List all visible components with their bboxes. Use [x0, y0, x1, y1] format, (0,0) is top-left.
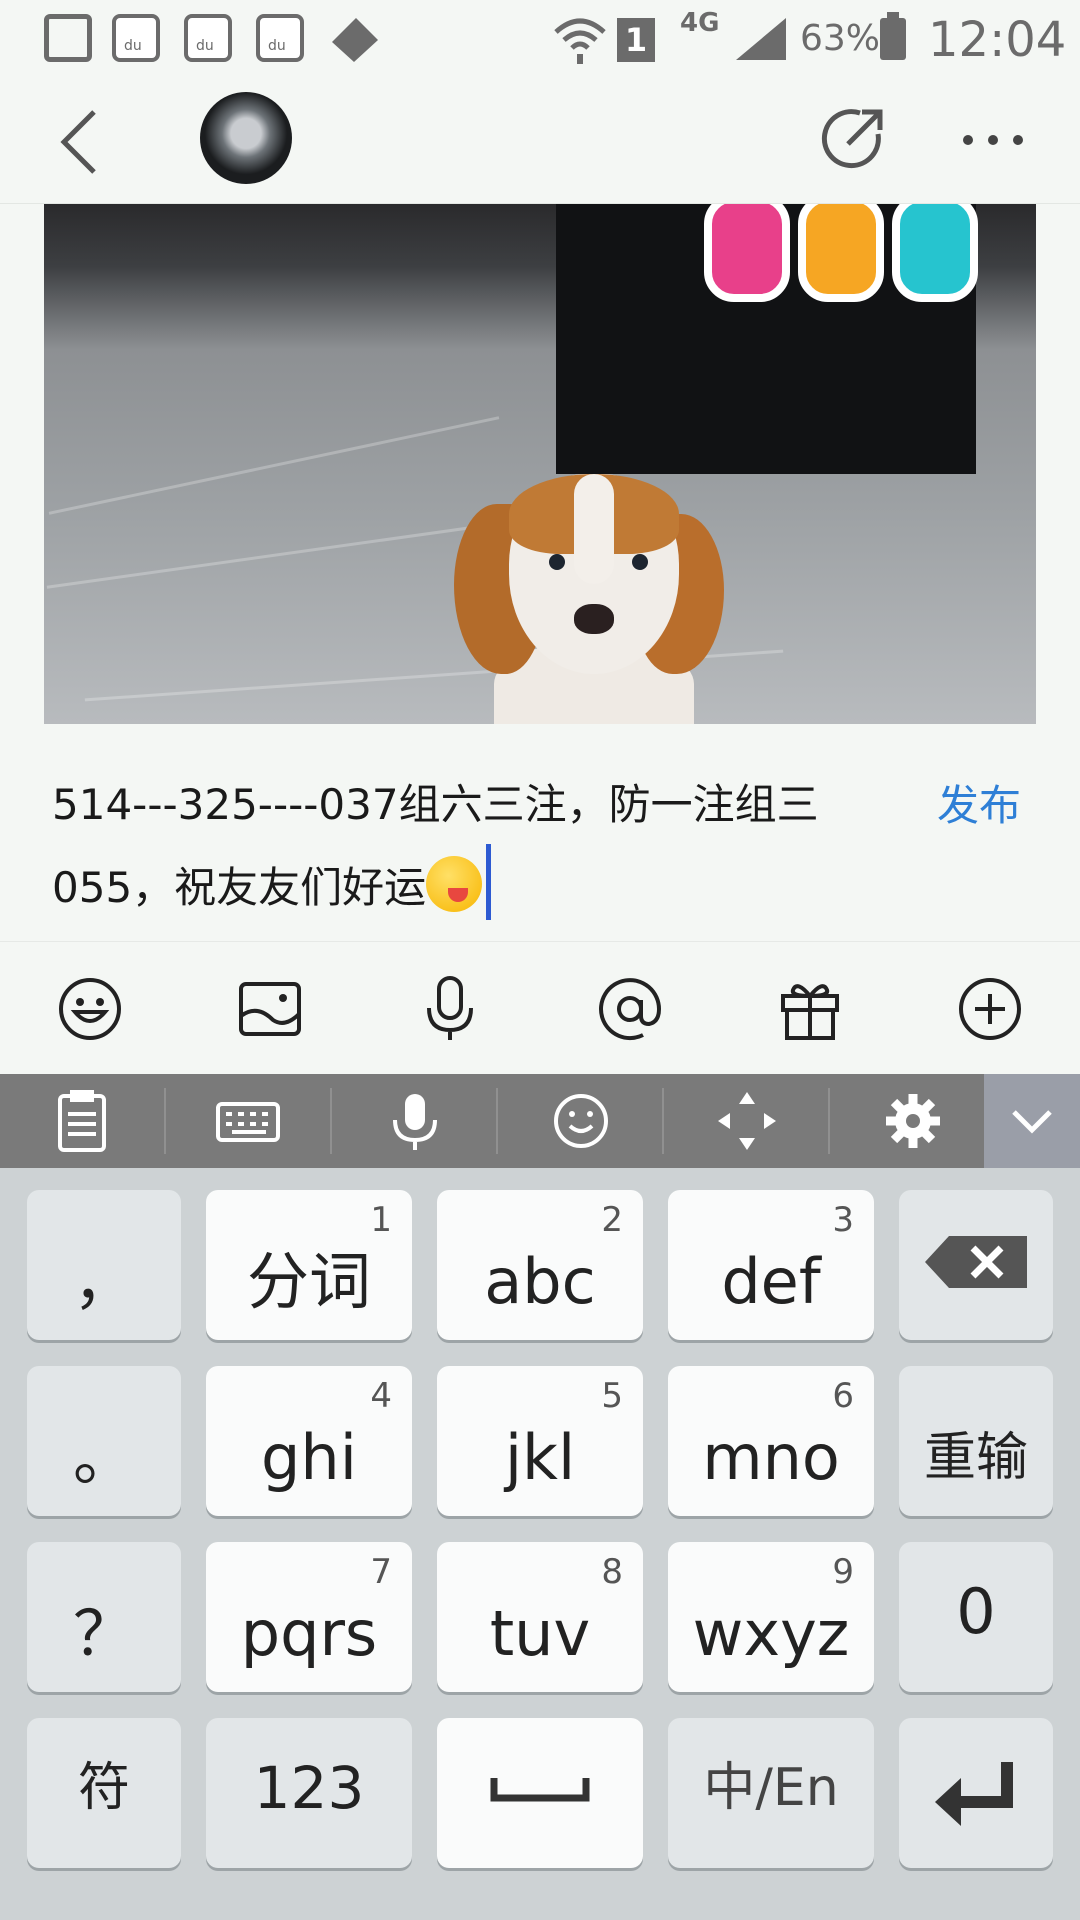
numbers-key[interactable]: 123 — [206, 1718, 412, 1868]
key-2[interactable]: 2 abc — [437, 1190, 643, 1340]
symbols-key[interactable]: 符 — [27, 1718, 181, 1868]
key-7[interactable]: 7 pqrs — [206, 1542, 412, 1692]
status-bar: du du du 1 4G 63% 12:04 — [0, 0, 1080, 78]
share-button[interactable] — [820, 104, 890, 174]
more-button[interactable] — [958, 104, 1028, 174]
key-8[interactable]: 8 tuv — [437, 1542, 643, 1692]
add-icon[interactable] — [957, 976, 1023, 1042]
attached-photo[interactable] — [44, 204, 1036, 724]
sim-icon: 1 — [617, 18, 655, 62]
enter-key[interactable] — [899, 1718, 1053, 1868]
avatar[interactable] — [200, 92, 292, 184]
settings-icon[interactable] — [830, 1074, 996, 1168]
baidu-paw-icon: du — [112, 14, 160, 62]
image-icon[interactable] — [237, 976, 303, 1042]
keyboard-icon[interactable] — [166, 1074, 332, 1168]
key-4[interactable]: 4 ghi — [206, 1366, 412, 1516]
battery-percent: 63% — [800, 18, 881, 59]
microphone-icon[interactable] — [332, 1074, 498, 1168]
compose-toolbar — [0, 942, 1080, 1074]
enter-icon — [935, 1762, 1013, 1826]
key-comma[interactable]: ， — [27, 1190, 181, 1340]
keyboard-toolbar — [0, 1074, 1080, 1168]
sticker-image — [704, 204, 994, 314]
key-period[interactable]: 。 — [27, 1366, 181, 1516]
emoji-icon[interactable] — [498, 1074, 664, 1168]
backspace-key[interactable] — [899, 1190, 1053, 1340]
publish-button[interactable]: 发布 — [937, 772, 1021, 833]
header — [0, 78, 1080, 204]
dog-photo-subject — [454, 474, 734, 724]
backspace-icon — [925, 1236, 1027, 1288]
wifi-icon — [554, 18, 606, 64]
key-6[interactable]: 6 mno — [668, 1366, 874, 1516]
image-icon — [44, 14, 92, 62]
clock: 12:04 — [928, 12, 1067, 68]
cursor-move-icon[interactable] — [664, 1074, 830, 1168]
key-5[interactable]: 5 jkl — [437, 1366, 643, 1516]
network-type: 4G — [680, 8, 720, 38]
key-1[interactable]: 1 分词 — [206, 1190, 412, 1340]
battery-icon — [880, 12, 906, 60]
reenter-key[interactable]: 重输 — [899, 1366, 1053, 1516]
gift-icon[interactable] — [777, 976, 843, 1042]
language-toggle-key[interactable]: 中/En — [668, 1718, 874, 1868]
microphone-icon[interactable] — [417, 976, 483, 1042]
keyboard: ， 1 分词 2 abc 3 def 。 4 ghi 5 jkl 6 mno 重输 ？ 7p… — [0, 1168, 1080, 1920]
text-cursor — [486, 844, 492, 920]
compose-area: 514---325----037组六三注，防一注组三055，祝友友们好运 发布 — [0, 724, 1080, 942]
baidu-paw-icon: du — [184, 14, 232, 62]
key-0[interactable]: 0 — [899, 1542, 1053, 1692]
back-button[interactable] — [50, 104, 120, 180]
yum-emoji-icon — [426, 856, 483, 912]
space-key[interactable] — [437, 1718, 643, 1868]
tools-icon — [332, 18, 378, 62]
space-icon — [490, 1778, 590, 1802]
emoji-icon[interactable] — [57, 976, 123, 1042]
key-question[interactable]: ？ — [27, 1542, 181, 1692]
collapse-keyboard-icon[interactable] — [984, 1074, 1080, 1168]
baidu-paw-icon: du — [256, 14, 304, 62]
post-text-input[interactable]: 514---325----037组六三注，防一注组三055，祝友友们好运 — [52, 766, 862, 927]
clipboard-icon[interactable] — [0, 1074, 166, 1168]
signal-icon — [736, 18, 786, 60]
key-3[interactable]: 3 def — [668, 1190, 874, 1340]
at-icon[interactable] — [597, 976, 663, 1042]
key-9[interactable]: 9 wxyz — [668, 1542, 874, 1692]
